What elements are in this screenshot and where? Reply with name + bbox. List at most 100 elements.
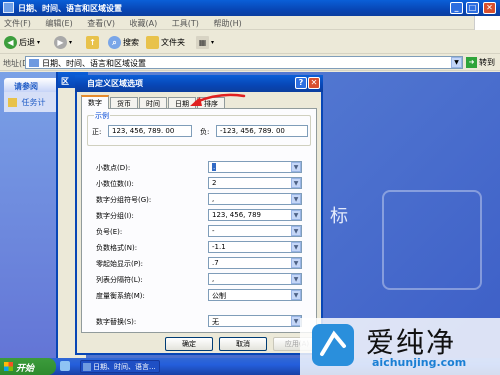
menu-view[interactable]: 查看(V)	[87, 19, 115, 28]
back-label: 后退	[19, 38, 35, 47]
measurement-system-combo[interactable]: 公制 ▼	[208, 289, 302, 301]
views-dropdown-icon[interactable]: ▾	[211, 39, 214, 46]
leading-zero-row: 零起始显示(P): .7 ▼	[96, 257, 306, 270]
chevron-down-icon[interactable]: ▼	[291, 242, 301, 252]
start-button[interactable]: 开始	[0, 358, 56, 375]
tab-sort[interactable]: 排序	[197, 97, 225, 108]
digit-grouping-symbol-combo[interactable]: , ▼	[208, 193, 302, 205]
digit-grouping-label: 数字分组(I):	[96, 212, 134, 220]
chevron-down-icon[interactable]: ▼	[291, 290, 301, 300]
chevron-down-icon[interactable]: ▼	[291, 226, 301, 236]
leading-zero-label: 零起始显示(P):	[96, 260, 144, 268]
negative-sign-value: -	[212, 227, 215, 235]
digit-substitution-value: 无	[212, 318, 219, 326]
decimal-symbol-row: 小数点(D): . ▼	[96, 161, 306, 174]
address-field[interactable]: 日期、时间、语言和区域设置 ▼	[25, 56, 463, 69]
menu-favorites[interactable]: 收藏(A)	[130, 19, 158, 28]
tab-date[interactable]: 日期	[168, 97, 196, 108]
close-window-button[interactable]: ✕	[483, 2, 496, 14]
chevron-down-icon[interactable]: ▼	[291, 210, 301, 220]
decimal-symbol-value: .	[212, 163, 217, 171]
quick-launch-icon[interactable]	[60, 361, 70, 371]
positive-label: 正:	[92, 128, 102, 136]
forward-dropdown-icon[interactable]: ▾	[69, 39, 72, 46]
chevron-down-icon[interactable]: ▼	[291, 178, 301, 188]
address-bar: 地址(D) 日期、时间、语言和区域设置 ▼ ➜ 转到	[0, 55, 500, 71]
cancel-button[interactable]: 取消	[219, 337, 267, 351]
forward-button[interactable]: ▶ ▾	[54, 35, 72, 50]
negative-format-combo[interactable]: -1.1 ▼	[208, 241, 302, 253]
menu-tools[interactable]: 工具(T)	[172, 19, 199, 28]
taskbar-window-label: 日期、时间、语言...	[93, 363, 156, 371]
digit-grouping-value: 123, 456, 789	[212, 211, 261, 219]
negative-sample: -123, 456, 789. 00	[216, 125, 308, 137]
watermark-logo	[312, 324, 354, 366]
chevron-down-icon[interactable]: ▼	[291, 258, 301, 268]
tab-currency[interactable]: 货币	[110, 97, 138, 108]
start-label: 开始	[16, 364, 35, 374]
window-titlebar: 日期、时间、语言和区域设置 _ □ ✕	[0, 0, 500, 16]
digit-grouping-symbol-row: 数字分组符号(G): , ▼	[96, 193, 306, 206]
maximize-button[interactable]: □	[466, 2, 479, 14]
sample-legend: 示例	[94, 111, 110, 121]
control-panel-icon	[83, 363, 91, 371]
control-panel-icon	[29, 59, 39, 67]
toolbar: ◀ 后退 ▾ ▶ ▾ ↑ ⌕ 搜索 文件夹 ▦ ▾	[0, 31, 500, 54]
numbers-tab-panel: 示例 正: 123, 456, 789. 00 负: -123, 456, 78…	[81, 108, 317, 333]
up-button[interactable]: ↑	[86, 35, 99, 50]
menu-help[interactable]: 帮助(H)	[213, 19, 241, 28]
up-folder-icon: ↑	[86, 36, 99, 49]
digit-grouping-symbol-label: 数字分组符号(G):	[96, 196, 152, 204]
windows-flag-icon	[4, 362, 13, 371]
back-arrow-icon: ◀	[4, 36, 17, 49]
chevron-down-icon[interactable]: ▼	[291, 162, 301, 172]
dialog-close-button[interactable]: ✕	[308, 77, 320, 89]
taskbar-window-button[interactable]: 日期、时间、语言...	[80, 360, 160, 373]
windows-logo	[474, 16, 500, 30]
back-dropdown-icon[interactable]: ▾	[37, 39, 40, 46]
tasks-link-label: 任务计	[21, 98, 46, 107]
digit-grouping-row: 数字分组(I): 123, 456, 789 ▼	[96, 209, 306, 222]
window-title: 日期、时间、语言和区域设置	[18, 4, 122, 13]
go-label: 转到	[479, 58, 495, 67]
decimal-symbol-combo[interactable]: . ▼	[208, 161, 302, 173]
folder-icon	[146, 36, 159, 49]
leading-zero-value: .7	[212, 259, 219, 267]
chevron-down-icon[interactable]: ▼	[291, 274, 301, 284]
list-separator-combo[interactable]: , ▼	[208, 273, 302, 285]
decimal-digits-value: 2	[212, 179, 217, 187]
negative-sign-label: 负号(E):	[96, 228, 123, 236]
address-value: 日期、时间、语言和区域设置	[42, 59, 146, 68]
views-button[interactable]: ▦ ▾	[196, 35, 214, 50]
list-separator-row: 列表分隔符(L): , ▼	[96, 273, 306, 286]
digit-substitution-combo[interactable]: 无 ▼	[208, 315, 302, 327]
address-dropdown-icon[interactable]: ▼	[451, 57, 462, 68]
negative-format-value: -1.1	[212, 243, 226, 251]
chevron-down-icon[interactable]: ▼	[291, 194, 301, 204]
help-button[interactable]: ?	[295, 77, 307, 89]
folders-button[interactable]: 文件夹	[146, 35, 185, 50]
search-button[interactable]: ⌕ 搜索	[108, 35, 139, 50]
customize-region-dialog: 自定义区域选项 ? ✕ 数字 货币 时间 日期 排序 示例 正: 123, 45…	[75, 75, 323, 355]
negative-label: 负:	[200, 128, 210, 136]
negative-sign-combo[interactable]: - ▼	[208, 225, 302, 237]
negative-format-row: 负数格式(N): -1.1 ▼	[96, 241, 306, 254]
tab-time[interactable]: 时间	[139, 97, 167, 108]
minimize-button[interactable]: _	[450, 2, 463, 14]
digit-substitution-label: 数字替换(S):	[96, 318, 137, 326]
back-button[interactable]: ◀ 后退 ▾	[4, 35, 40, 50]
menu-file[interactable]: 文件(F)	[4, 19, 31, 28]
list-separator-label: 列表分隔符(L):	[96, 276, 143, 284]
go-button[interactable]: ➜ 转到	[466, 57, 495, 68]
views-grid-icon: ▦	[196, 36, 209, 49]
folders-label: 文件夹	[161, 38, 185, 47]
ok-button[interactable]: 确定	[165, 337, 213, 351]
decimal-digits-combo[interactable]: 2 ▼	[208, 177, 302, 189]
dialog-titlebar: 自定义区域选项 ? ✕	[75, 75, 323, 92]
background-text: 标	[330, 206, 348, 227]
leading-zero-combo[interactable]: .7 ▼	[208, 257, 302, 269]
tab-numbers[interactable]: 数字	[81, 95, 109, 109]
menu-edit[interactable]: 编辑(E)	[45, 19, 72, 28]
control-panel-icon	[3, 2, 14, 13]
digit-grouping-combo[interactable]: 123, 456, 789 ▼	[208, 209, 302, 221]
